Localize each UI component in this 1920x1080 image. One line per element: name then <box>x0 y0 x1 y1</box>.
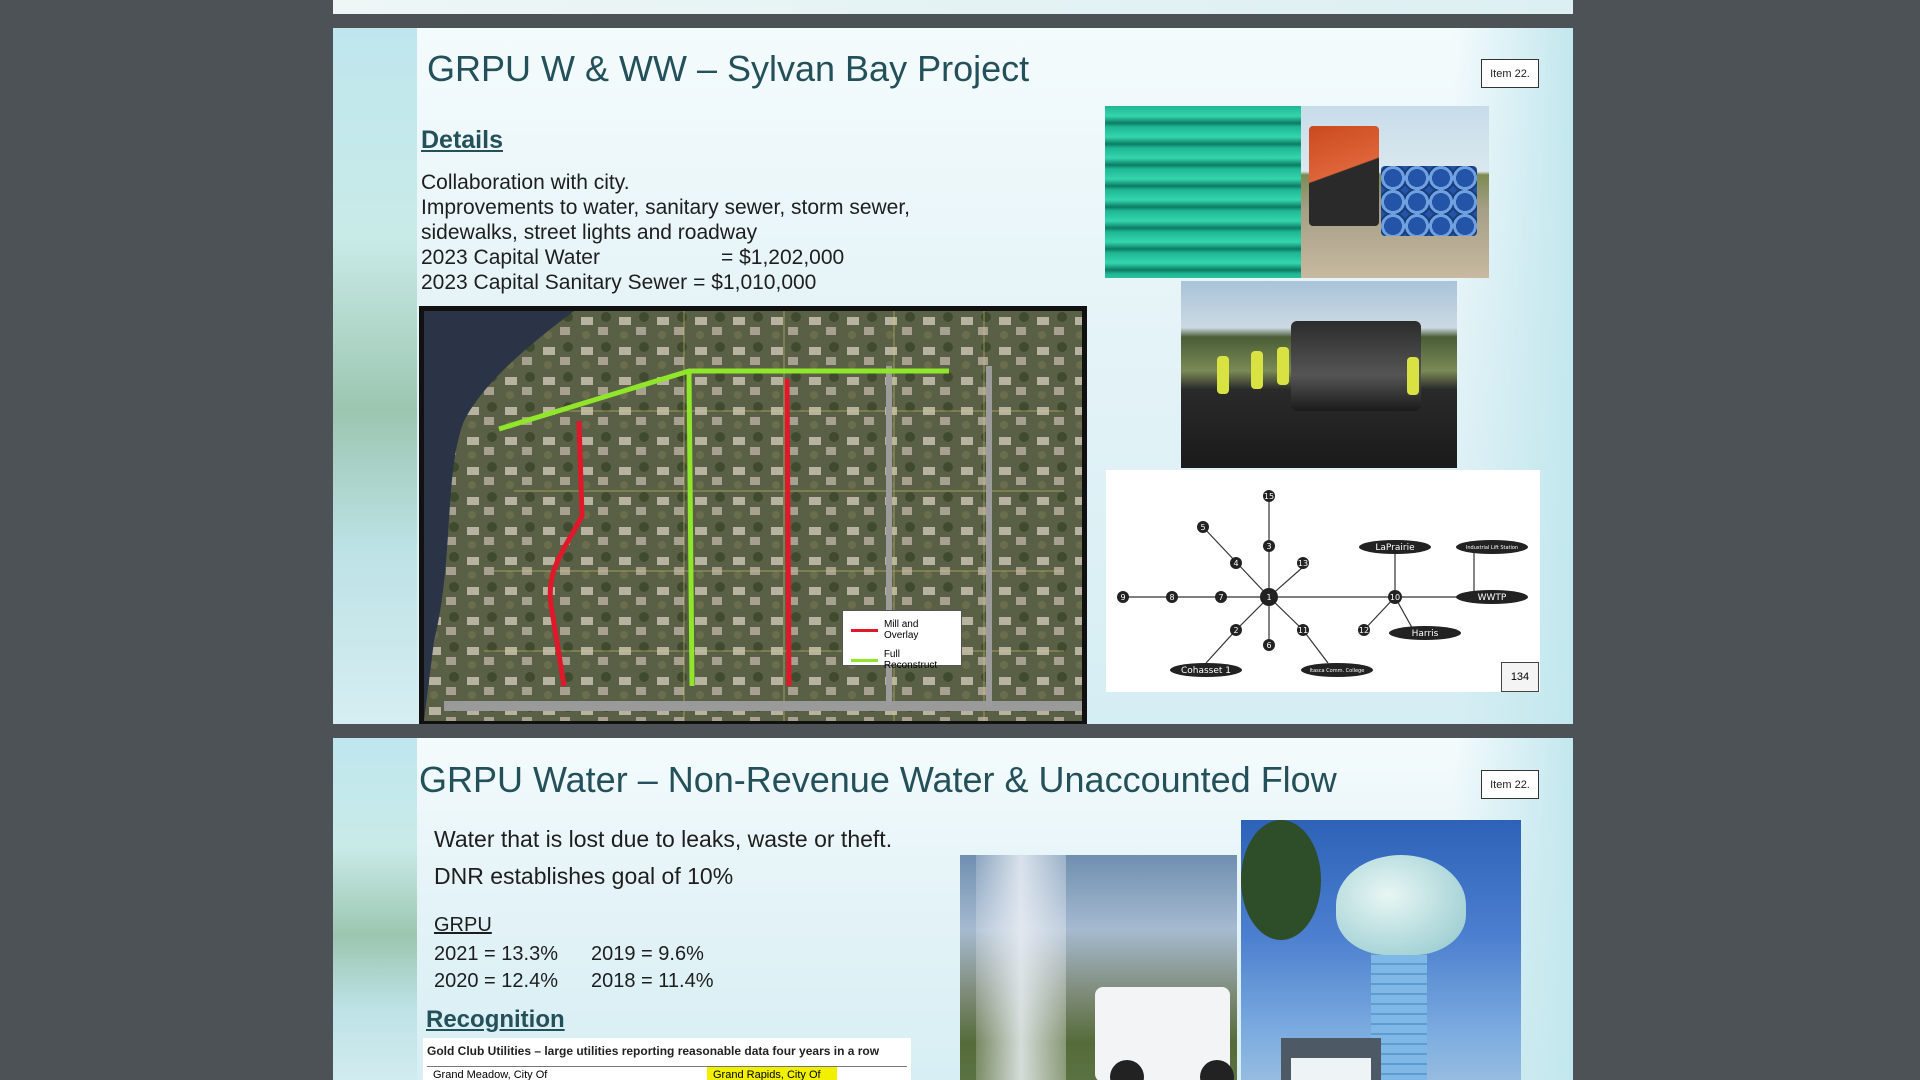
gold-club-row: Grand Meadow, City Of Grand Rapids, City… <box>427 1066 907 1080</box>
node-label: 15 <box>1264 492 1274 501</box>
stat: 2018 = 11.4% <box>591 970 714 992</box>
nrw-description: Water that is lost due to leaks, waste o… <box>434 821 892 895</box>
paving-photo <box>1181 281 1457 468</box>
tree <box>1241 820 1321 940</box>
slide-decoration <box>333 738 417 1080</box>
worker <box>1277 347 1289 385</box>
capital-value: = $1,202,000 <box>721 246 845 269</box>
node-label: 9 <box>1120 593 1125 602</box>
map-graphic <box>424 311 1082 721</box>
node-label: 5 <box>1200 523 1205 532</box>
blue-pipes-photo <box>1301 106 1489 278</box>
sign-face <box>1291 1058 1371 1080</box>
node-label: Itasca Comm. College <box>1310 668 1365 674</box>
node-label: WWTP <box>1478 593 1507 603</box>
gold-club-cell: Grand Meadow, City Of <box>433 1069 548 1080</box>
recognition-heading: Recognition <box>426 1006 565 1033</box>
node-label: 7 <box>1218 593 1223 602</box>
aerial-map: Mill and Overlay Full Reconstruct <box>419 306 1087 724</box>
paving-machine <box>1291 321 1421 411</box>
slide-title: GRPU Water – Non-Revenue Water & Unaccou… <box>419 759 1337 800</box>
green-pipes-photo <box>1105 106 1301 278</box>
nrw-line: Water that is lost due to leaks, waste o… <box>434 826 893 852</box>
legend-item: Full Reconstruct <box>851 649 953 671</box>
legend-label: Mill and Overlay <box>883 619 919 641</box>
stat: 2020 = 12.4% <box>434 970 558 992</box>
worker <box>1251 351 1263 389</box>
map-legend: Mill and Overlay Full Reconstruct <box>842 610 962 671</box>
node-label: 6 <box>1266 641 1271 650</box>
capital-water-row: 2023 Capital Water = $1,202,000 <box>421 245 910 270</box>
item-tag: Item 22. <box>1481 770 1539 799</box>
capital-sewer-row: 2023 Capital Sanitary Sewer = $1,010,000 <box>421 270 910 295</box>
node-label: 4 <box>1233 559 1238 568</box>
lift-station-network-diagram: 9 8 7 1 15 5 3 4 13 2 6 11 12 10 LaPrair… <box>1106 470 1540 692</box>
node-label: 1 <box>1266 593 1271 602</box>
gold-club-cell-highlight: Grand Rapids, City Of <box>707 1067 837 1080</box>
legend-swatch <box>851 628 878 632</box>
capital-label: 2023 Capital Sanitary Sewer <box>421 271 688 294</box>
node-label: LaPrairie <box>1375 543 1415 553</box>
slide-sylvan-bay: GRPU W & WW – Sylvan Bay Project Item 22… <box>333 28 1573 724</box>
node-label: 12 <box>1359 626 1369 635</box>
details-line: Improvements to water, sanitary sewer, s… <box>421 196 911 219</box>
excavator <box>1309 126 1379 226</box>
water-tower-photo <box>1241 820 1521 1080</box>
details-line: Collaboration with city. <box>421 171 630 194</box>
slide-decoration <box>333 28 417 724</box>
node-label: 2 <box>1233 626 1238 635</box>
node-label: 3 <box>1266 542 1271 551</box>
details-heading: Details <box>421 126 503 154</box>
worker <box>1217 356 1229 394</box>
gold-club-table: Gold Club Utilities – large utilities re… <box>423 1038 911 1080</box>
nrw-line: DNR establishes goal of 10% <box>434 863 734 889</box>
stats-row: 2020 = 12.4% 2018 = 11.4% <box>434 968 714 995</box>
node-label: 10 <box>1390 593 1400 602</box>
grpu-heading: GRPU <box>434 914 492 936</box>
details-line: sidewalks, street lights and roadway <box>421 221 758 244</box>
node-label: 13 <box>1298 559 1308 568</box>
capital-label: 2023 Capital Water <box>421 246 600 269</box>
stat: 2019 = 9.6% <box>591 943 704 965</box>
node-label: 11 <box>1298 626 1308 635</box>
details-text: Collaboration with city. Improvements to… <box>421 170 910 295</box>
stat: 2021 = 13.3% <box>434 943 558 965</box>
legend-label: Full Reconstruct <box>883 649 938 671</box>
slide-non-revenue-water: GRPU Water – Non-Revenue Water & Unaccou… <box>333 738 1573 1080</box>
node-label: Industrial Lift Station <box>1466 545 1518 551</box>
page-number: 134 <box>1501 662 1539 692</box>
stats-row: 2021 = 13.3% 2019 = 9.6% <box>434 941 714 968</box>
node-label: Cohasset 1 <box>1181 666 1231 676</box>
legend-swatch <box>851 658 878 662</box>
nrw-stats: 2021 = 13.3% 2019 = 9.6% 2020 = 12.4% 20… <box>434 941 714 995</box>
water-spray <box>976 855 1066 1080</box>
node-label: 8 <box>1169 593 1174 602</box>
node-label: Harris <box>1412 629 1439 639</box>
tower-tank <box>1336 855 1466 955</box>
gold-club-title: Gold Club Utilities – large utilities re… <box>427 1044 880 1058</box>
worker <box>1407 357 1419 395</box>
legend-item: Mill and Overlay <box>851 619 953 641</box>
slide-title: GRPU W & WW – Sylvan Bay Project <box>427 48 1030 89</box>
pipe-stack <box>1381 166 1477 236</box>
item-tag: Item 22. <box>1481 59 1539 88</box>
hydrant-flushing-photo <box>960 855 1237 1080</box>
capital-value: = $1,010,000 <box>693 271 817 294</box>
network-graphic: 9 8 7 1 15 5 3 4 13 2 6 11 12 10 LaPrair… <box>1117 490 1528 677</box>
previous-slide-edge <box>333 0 1573 14</box>
